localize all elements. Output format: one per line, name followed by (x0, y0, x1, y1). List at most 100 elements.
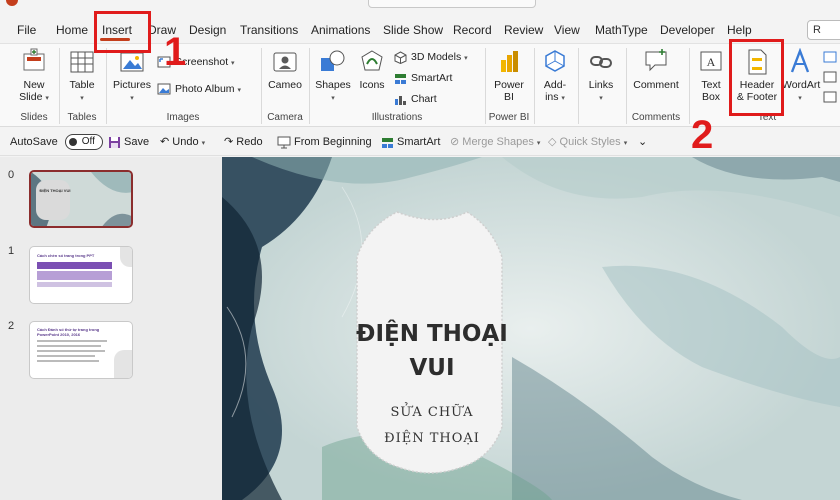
slide-thumbnail-0[interactable]: ĐIỆN THOẠI VUI (29, 170, 133, 228)
text-box-button[interactable]: A Text Box (694, 48, 728, 103)
slideshow-icon (277, 136, 291, 149)
tab-animations[interactable]: Animations (311, 18, 370, 42)
quick-styles-label: Quick Styles (559, 136, 621, 148)
annotation-box-insert-tab (94, 11, 151, 53)
icons-icon (361, 50, 383, 71)
slide-canvas[interactable]: ĐIỆN THOẠI VUI SỬA CHỮA ĐIỆN THOẠI (222, 157, 840, 500)
smartart-label: SmartArt (411, 72, 453, 84)
icons-label: Icons (359, 79, 385, 91)
new-slide-button[interactable]: New Slide ▾ (14, 48, 54, 105)
shapes-icon (321, 50, 345, 71)
tab-transitions[interactable]: Transitions (240, 18, 298, 42)
slide-subtitle-line-1: SỬA CHỮA (390, 405, 474, 420)
autosave-label: AutoSave (10, 136, 58, 148)
power-bi-button[interactable]: Power BI (490, 48, 528, 103)
merge-shapes-button[interactable]: ⊘ Merge Shapes ▾ (450, 133, 540, 151)
quick-styles-icon: ◇ (548, 136, 557, 148)
quick-styles-button[interactable]: ◇ Quick Styles ▾ (548, 133, 627, 151)
quick-access-toolbar: AutoSave Off Save ↶ Undo ▾ ↷ Redo From B… (0, 128, 840, 156)
qat-customize-button[interactable]: ⌄ (638, 133, 647, 151)
toggle-switch[interactable]: Off (64, 134, 103, 151)
text-box-icon: A (700, 51, 722, 71)
thumbnail-preview (31, 172, 131, 226)
cameo-button[interactable]: Cameo (266, 48, 304, 91)
table-icon (70, 51, 94, 73)
link-icon (590, 56, 612, 68)
chart-button[interactable]: Chart (394, 90, 437, 108)
tab-review[interactable]: Review (504, 18, 543, 42)
undo-label: Undo (172, 136, 199, 148)
group-label-camera: Camera (267, 112, 303, 123)
group-label-comments: Comments (631, 112, 681, 123)
wordart-button[interactable]: WordArt ▾ (782, 48, 821, 105)
comment-button[interactable]: Comment (630, 48, 682, 91)
save-label: Save (124, 136, 150, 148)
undo-button[interactable]: ↶ Undo ▾ (160, 133, 205, 151)
thumbnail-bar (37, 271, 112, 280)
from-beginning-label: From Beginning (294, 136, 372, 148)
autosave-state: Off (81, 136, 95, 148)
group-separator (689, 48, 690, 124)
redo-icon: ↷ (224, 136, 234, 148)
power-bi-label-2: BI (504, 91, 514, 103)
tab-view[interactable]: View (554, 18, 580, 42)
app-logo-icon (6, 0, 18, 6)
merge-shapes-icon: ⊘ (450, 136, 460, 148)
shapes-button[interactable]: Shapes ▾ (314, 48, 352, 105)
slide-title-line-2: VUI (409, 355, 455, 381)
wordart-label: WordArt (782, 79, 821, 91)
smartart-icon (395, 73, 406, 84)
merge-shapes-label: Merge Shapes (462, 136, 534, 148)
slide-subtitle[interactable]: SỬA CHỮA ĐIỆN THOẠI (307, 400, 557, 452)
new-slide-icon (23, 48, 45, 71)
share-button[interactable]: R (807, 20, 840, 40)
new-slide-label-2: Slide (19, 91, 43, 103)
group-label-images: Images (166, 112, 200, 123)
add-ins-label-2: ins (545, 91, 559, 103)
tab-file[interactable]: File (17, 18, 36, 42)
ribbon-insert: New Slide ▾ Slides Table ▾ Tables Pictur… (0, 43, 840, 127)
tab-record[interactable]: Record (453, 18, 492, 42)
smartart-button[interactable]: SmartArt (394, 69, 452, 87)
tab-mathtype[interactable]: MathType (595, 18, 648, 42)
thumbnail-bar (37, 282, 112, 287)
icons-button[interactable]: Icons (354, 48, 390, 91)
group-label-power-bi: Power BI (488, 112, 530, 123)
slide-title[interactable]: ĐIỆN THOẠI VUI (307, 317, 557, 385)
slide-title-line-1: ĐIỆN THOẠI (356, 321, 508, 347)
qat-smartart-label: SmartArt (397, 136, 441, 148)
chart-icon (395, 95, 406, 105)
save-button[interactable]: Save (108, 133, 149, 151)
thumbnail-number: 0 (8, 169, 15, 181)
links-button[interactable]: Links ▾ (583, 48, 619, 105)
redo-button[interactable]: ↷ Redo (224, 133, 263, 151)
thumbnail-number: 1 (8, 245, 15, 257)
photo-album-button[interactable]: Photo Album ▾ (157, 80, 241, 98)
tab-slide-show[interactable]: Slide Show (383, 18, 443, 42)
smartart-icon (382, 137, 393, 148)
group-separator (485, 48, 486, 124)
title-search-box[interactable] (368, 0, 536, 8)
thumbnail-decor (114, 350, 132, 378)
3d-cube-icon (394, 51, 407, 64)
slide-thumbnail-1[interactable]: Cách chèn số trang trong PPT (29, 246, 133, 304)
from-beginning-button[interactable]: From Beginning (277, 133, 372, 151)
tab-home[interactable]: Home (56, 18, 88, 42)
group-label-tables: Tables (67, 112, 97, 123)
save-icon (109, 136, 120, 148)
powerpoint-window: File Home Insert Draw Design Transitions… (0, 0, 840, 500)
autosave-toggle[interactable]: AutoSave Off (10, 133, 103, 151)
qat-smartart-button[interactable]: SmartArt (381, 133, 440, 151)
undo-icon: ↶ (160, 136, 170, 148)
thumbnail-bar (37, 262, 112, 269)
thumbnail-line (37, 345, 101, 347)
tab-developer[interactable]: Developer (660, 18, 715, 42)
slide-thumbnail-2[interactable]: Cách Đánh số thứ tự trang trong PowerPoi… (29, 321, 133, 379)
text-small-icons[interactable] (822, 50, 838, 110)
table-button[interactable]: Table ▾ (64, 48, 100, 105)
3d-models-button[interactable]: 3D Models ▾ (394, 48, 468, 66)
add-ins-button[interactable]: Add- ins ▾ (538, 48, 572, 105)
tab-design[interactable]: Design (189, 18, 226, 42)
annotation-step-1: 1 (164, 30, 187, 74)
pictures-button[interactable]: Pictures ▾ (112, 48, 152, 105)
